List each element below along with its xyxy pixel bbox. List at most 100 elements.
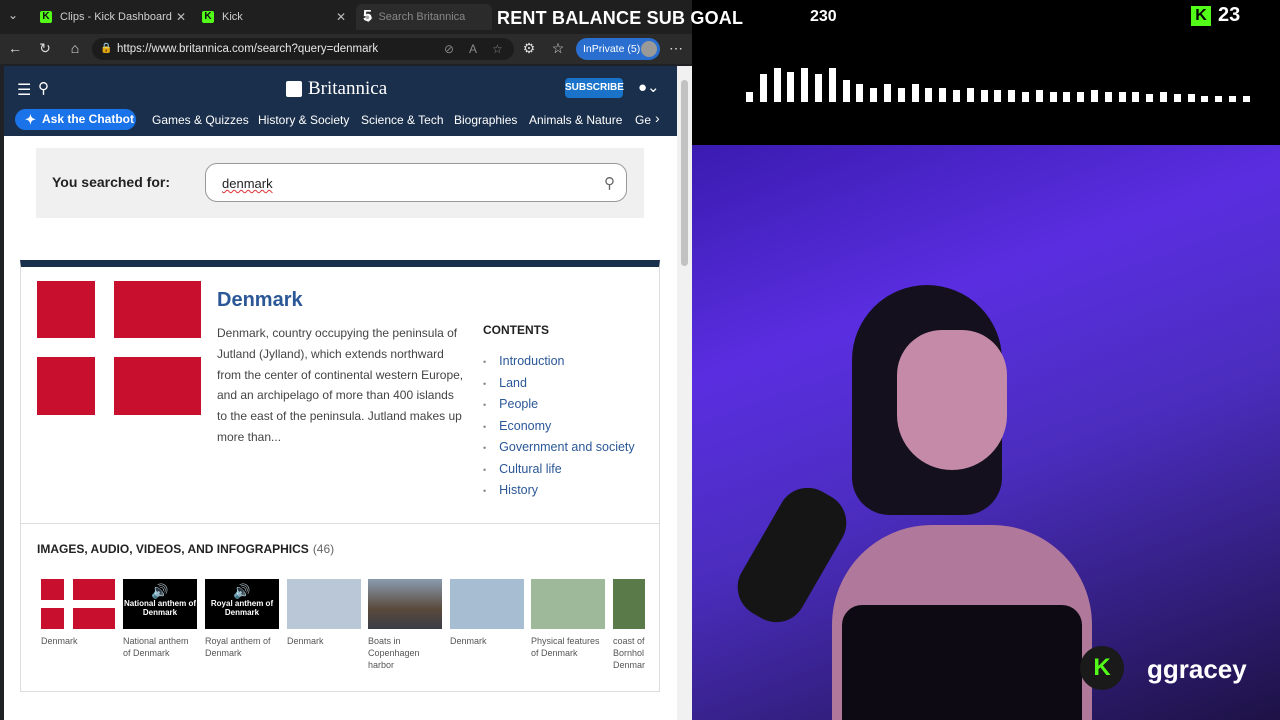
close-tab-icon[interactable]: ✕ bbox=[176, 10, 186, 24]
result-description: Denmark, country occupying the peninsula… bbox=[217, 326, 464, 444]
more-menu-icon[interactable]: ⋯ bbox=[667, 40, 685, 57]
contents-link-label: Government and society bbox=[499, 440, 635, 454]
visualizer-bar bbox=[1077, 92, 1085, 102]
visualizer-bar bbox=[1118, 92, 1126, 102]
speaker-icon: 🔊 bbox=[151, 583, 169, 599]
britannica-logo[interactable]: Britannica bbox=[286, 78, 387, 100]
tab-kick-dashboard[interactable]: K Clips - Kick Dashboard ✕ bbox=[32, 4, 194, 30]
sub-goal-title: RENT BALANCE SUB GOAL bbox=[497, 8, 744, 28]
reload-icon[interactable]: ↻ bbox=[36, 40, 54, 57]
media-count: (46) bbox=[312, 542, 335, 556]
media-thumb-coast[interactable] bbox=[613, 579, 645, 629]
kick-favicon-icon: K bbox=[202, 11, 214, 23]
tab-kick[interactable]: K Kick ✕ bbox=[194, 4, 354, 30]
ask-chatbot-button[interactable]: ✦ Ask the Chatbot bbox=[15, 109, 136, 130]
nav-animals-nature[interactable]: Animals & Nature bbox=[529, 113, 622, 127]
media-thumb-physical-map[interactable] bbox=[531, 579, 605, 629]
visualizer-bar bbox=[897, 88, 905, 102]
media-caption[interactable]: Denmark bbox=[450, 635, 524, 647]
search-input[interactable]: denmark ⚲ bbox=[205, 163, 627, 202]
tab-label: Kick bbox=[222, 11, 243, 23]
visualizer-bar bbox=[842, 80, 850, 102]
contents-link-introduction[interactable]: • Introduction bbox=[483, 354, 564, 368]
media-thumb-boats[interactable] bbox=[368, 579, 442, 629]
media-caption[interactable]: Denmark bbox=[41, 635, 115, 647]
subscribe-button[interactable]: SUBSCRIBE bbox=[565, 78, 624, 98]
logo-text: Britannica bbox=[308, 78, 388, 99]
nav-next-arrow-icon[interactable]: › bbox=[655, 110, 660, 126]
visualizer-bar bbox=[815, 74, 822, 102]
contents-link-government[interactable]: • Government and society bbox=[483, 440, 635, 454]
streamer-top bbox=[842, 605, 1082, 720]
nav-history-society[interactable]: History & Society bbox=[258, 113, 349, 127]
media-caption[interactable]: Denmark bbox=[287, 635, 361, 647]
close-tab-icon[interactable]: ✕ bbox=[336, 10, 346, 24]
kick-logo-badge-icon: K bbox=[1080, 646, 1124, 690]
visualizer-bar bbox=[925, 88, 933, 102]
contents-link-history[interactable]: • History bbox=[483, 483, 538, 497]
nav-biographies[interactable]: Biographies bbox=[454, 113, 517, 127]
media-caption[interactable]: Boats in Copenhagen harbor bbox=[368, 635, 428, 671]
media-caption[interactable]: National anthem of Denmark bbox=[123, 635, 197, 659]
visualizer-bar bbox=[980, 90, 988, 102]
page-scrollbar[interactable] bbox=[677, 66, 692, 720]
media-heading-text: IMAGES, AUDIO, VIDEOS, AND INFOGRAPHICS bbox=[37, 542, 309, 556]
extensions-icon[interactable]: ⚙ bbox=[520, 40, 538, 57]
favorites-icon[interactable]: ☆ bbox=[549, 40, 567, 57]
favorite-star-icon[interactable]: ☆ bbox=[492, 38, 503, 60]
contents-link-land[interactable]: • Land bbox=[483, 376, 527, 390]
visualizer-bar bbox=[884, 84, 891, 102]
visualizer-bar bbox=[1173, 94, 1181, 102]
visualizer-bar bbox=[1160, 92, 1167, 102]
media-thumb-map[interactable] bbox=[287, 579, 361, 629]
audio-visualizer bbox=[746, 66, 1258, 102]
contents-link-economy[interactable]: • Economy bbox=[483, 419, 551, 433]
visualizer-bar bbox=[759, 74, 767, 102]
contents-link-label: Introduction bbox=[499, 354, 565, 368]
visualizer-bar bbox=[801, 68, 809, 102]
media-thumb-royal-anthem[interactable]: 🔊 Royal anthem of Denmark bbox=[205, 579, 279, 629]
hamburger-menu-icon[interactable]: ☰ bbox=[17, 80, 31, 100]
inprivate-badge[interactable]: InPrivate (5) bbox=[576, 38, 660, 60]
search-submit-icon[interactable]: ⚲ bbox=[604, 164, 615, 203]
contents-link-people[interactable]: • People bbox=[483, 397, 538, 411]
visualizer-bar bbox=[787, 72, 795, 102]
search-icon[interactable]: ⚲ bbox=[38, 79, 49, 97]
visualizer-bar bbox=[1091, 90, 1098, 102]
home-icon[interactable]: ⌂ bbox=[66, 40, 84, 56]
bullet: • bbox=[483, 357, 487, 367]
tracking-icon[interactable]: ⊘ bbox=[444, 38, 454, 60]
media-thumb-flag[interactable] bbox=[41, 579, 115, 629]
avatar bbox=[641, 41, 657, 57]
nav-science-tech[interactable]: Science & Tech bbox=[361, 113, 444, 127]
user-account-icon[interactable]: ●⌄ bbox=[638, 78, 660, 96]
site-header: ☰ ⚲ Britannica SUBSCRIBE ●⌄ ✦ Ask the Ch… bbox=[4, 66, 677, 136]
scrollbar-thumb[interactable] bbox=[681, 80, 688, 266]
media-caption[interactable]: coast of Bornhol Denmar bbox=[613, 635, 645, 671]
media-caption[interactable]: Physical features of Denmark bbox=[531, 635, 605, 659]
result-title-link[interactable]: Denmark bbox=[217, 289, 303, 312]
search-panel: You searched for: denmark ⚲ bbox=[36, 148, 644, 218]
nav-games-quizzes[interactable]: Games & Quizzes bbox=[152, 113, 249, 127]
url-text: https://www.britannica.com/search?query=… bbox=[117, 43, 379, 55]
address-bar[interactable]: 🔒 https://www.britannica.com/search?quer… bbox=[92, 38, 514, 60]
result-card: Denmark Denmark, country occupying the p… bbox=[20, 260, 660, 524]
visualizer-bar bbox=[1215, 96, 1223, 102]
tab-label: Clips - Kick Dashboard bbox=[60, 11, 172, 23]
webcam-feed bbox=[692, 145, 1280, 720]
tab-britannica[interactable]: ◆ Search Britannica bbox=[356, 4, 492, 30]
contents-link-cultural-life[interactable]: • Cultural life bbox=[483, 462, 562, 476]
media-caption[interactable]: Royal anthem of Denmark bbox=[205, 635, 279, 659]
media-heading: IMAGES, AUDIO, VIDEOS, AND INFOGRAPHICS(… bbox=[37, 542, 334, 556]
nav-geography[interactable]: Ge bbox=[635, 113, 651, 127]
bullet: • bbox=[483, 486, 487, 496]
read-aloud-icon[interactable]: A bbox=[469, 38, 477, 60]
media-thumb-national-anthem[interactable]: 🔊 National anthem of Denmark bbox=[123, 579, 197, 629]
visualizer-bar bbox=[828, 68, 836, 102]
tab-actions-menu-icon[interactable]: ⌄ bbox=[8, 8, 18, 22]
streamer-face bbox=[897, 330, 1007, 470]
bullet: • bbox=[483, 443, 487, 453]
back-icon[interactable]: ← bbox=[6, 40, 24, 56]
visualizer-bar bbox=[1229, 96, 1236, 102]
media-thumb-map[interactable] bbox=[450, 579, 524, 629]
